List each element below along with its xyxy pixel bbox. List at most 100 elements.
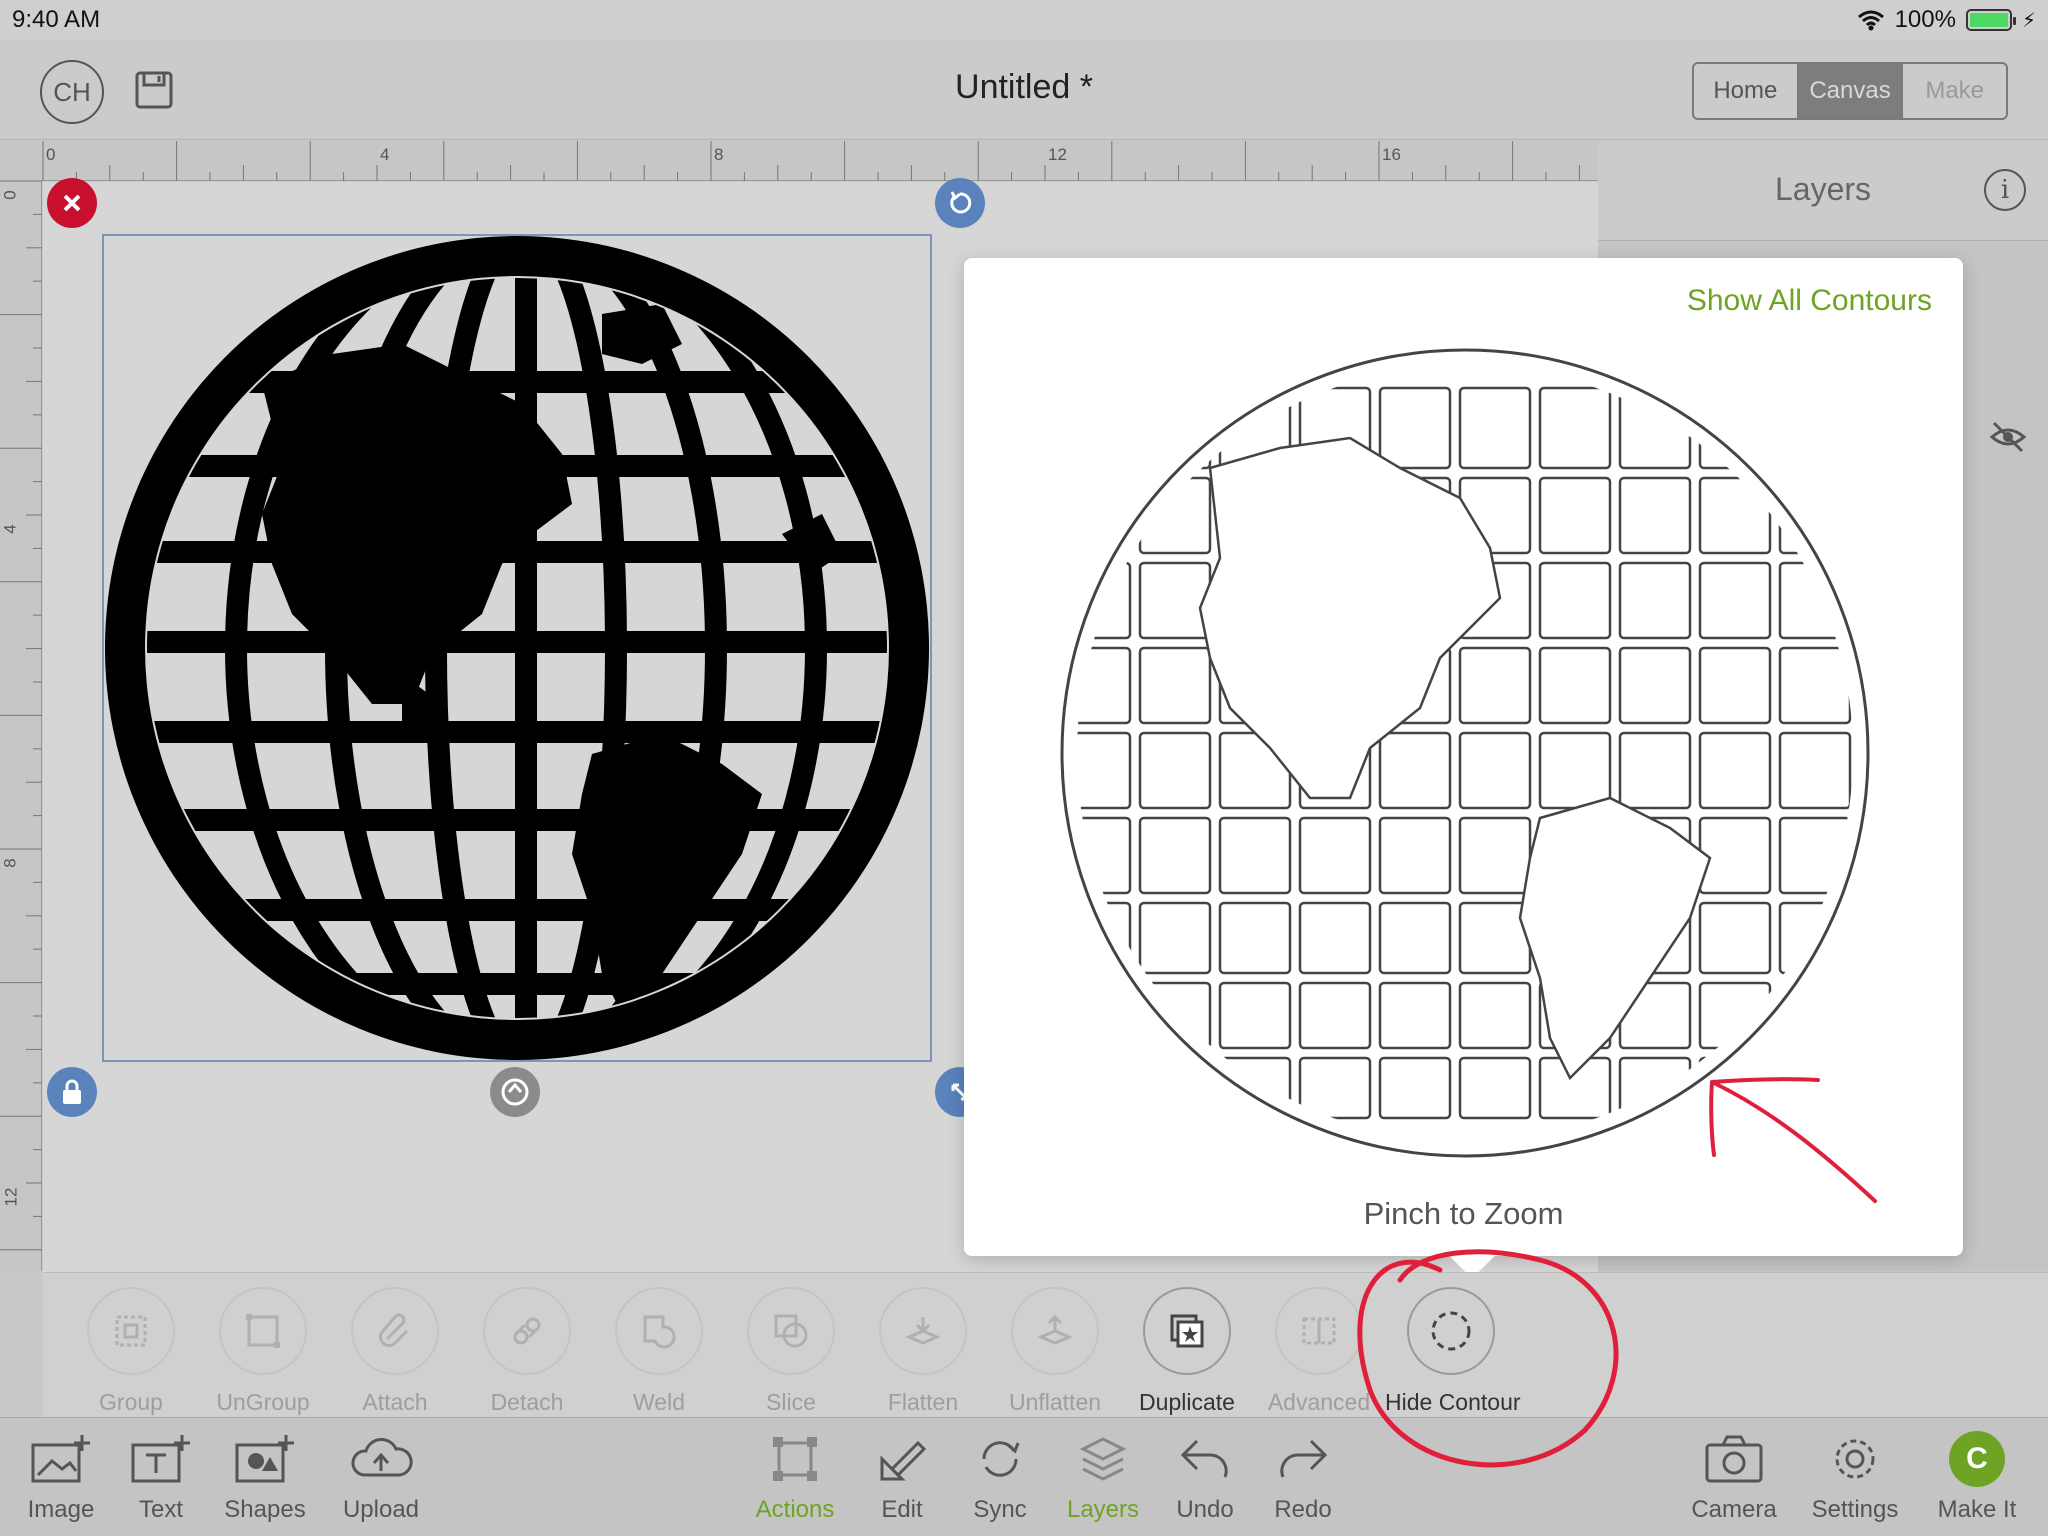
actions-icon	[773, 1437, 817, 1481]
action-label: Flatten	[887, 1389, 959, 1415]
ruler-label: 0	[0, 190, 20, 200]
ruler-label: 8	[0, 858, 20, 868]
charging-icon: ⚡	[2021, 9, 2036, 32]
show-all-contours-link[interactable]: Show All Contours	[1687, 284, 1932, 318]
camera-icon	[1705, 1435, 1763, 1483]
toolbar-label: Camera	[1691, 1496, 1777, 1523]
settings-button[interactable]: Settings	[1800, 1426, 1910, 1524]
image-icon	[31, 1435, 90, 1483]
undo-button[interactable]: Undo	[1150, 1426, 1260, 1524]
actions-button[interactable]: Actions	[740, 1426, 850, 1524]
home-tab[interactable]: Home	[1694, 64, 1797, 118]
ruler-label: 16	[1382, 145, 1401, 164]
status-bar: 9:40 AM 100% ⚡	[0, 0, 2048, 40]
advanced-button[interactable]: Advanced	[1253, 1287, 1385, 1416]
action-label: UnGroup	[216, 1389, 310, 1415]
group-icon	[115, 1315, 147, 1347]
delete-handle[interactable]	[47, 178, 97, 228]
toolbar-label: Sync	[973, 1496, 1027, 1523]
flip-handle[interactable]	[490, 1067, 540, 1117]
edit-icon	[880, 1440, 927, 1481]
ruler-ticks	[0, 181, 42, 1251]
ruler-label: 0	[46, 145, 56, 164]
action-label: Duplicate	[1139, 1389, 1235, 1415]
lock-handle[interactable]	[47, 1067, 97, 1117]
toolbar-label: Layers	[1066, 1496, 1140, 1523]
ruler-label: 12	[1, 1187, 21, 1207]
camera-button[interactable]: Camera	[1679, 1426, 1789, 1524]
hide-contour-button[interactable]: Hide Contour	[1385, 1287, 1521, 1416]
pinch-zoom-hint: Pinch to Zoom	[1363, 1196, 1564, 1231]
slice-button[interactable]: Slice	[725, 1287, 857, 1416]
image-button[interactable]: Image	[6, 1426, 116, 1524]
flatten-icon	[905, 1317, 941, 1345]
action-label: Unflatten	[1008, 1389, 1102, 1415]
action-label: Attach	[362, 1389, 428, 1415]
sync-button[interactable]: Sync	[945, 1426, 1055, 1524]
wifi-icon	[1857, 10, 1884, 31]
layers-button[interactable]: Layers	[1048, 1426, 1158, 1524]
detach-button[interactable]: Detach	[461, 1287, 593, 1416]
toolbar-label: Shapes	[224, 1496, 306, 1523]
flatten-button[interactable]: Flatten	[857, 1287, 989, 1416]
duplicate-button[interactable]: Duplicate	[1121, 1287, 1253, 1416]
cricut-c-icon: C	[1949, 1431, 2005, 1487]
action-label: Detach	[490, 1389, 564, 1415]
toolbar-label: Undo	[1176, 1496, 1234, 1523]
horizontal-ruler: 0 4 8 12 16	[0, 141, 1598, 181]
canvas-tab[interactable]: Canvas	[1796, 64, 1902, 118]
shapes-button[interactable]: Shapes	[210, 1426, 320, 1524]
detach-icon	[513, 1317, 541, 1345]
action-label: Weld	[633, 1389, 685, 1415]
close-icon	[63, 194, 81, 212]
actions-bar: Group UnGroup Attach Detach Weld Slice F…	[43, 1272, 2048, 1417]
vertical-ruler: 0 4 8 12	[0, 181, 42, 1271]
gear-icon	[1835, 1439, 1875, 1479]
ungroup-icon	[246, 1314, 280, 1348]
action-label: Group	[99, 1389, 163, 1415]
redo-button[interactable]: Redo	[1248, 1426, 1358, 1524]
unflatten-icon	[1037, 1314, 1073, 1345]
rotate-icon	[950, 191, 972, 214]
unflatten-button[interactable]: Unflatten	[989, 1287, 1121, 1416]
toolbar-label: Actions	[755, 1496, 835, 1523]
contour-preview[interactable]	[1060, 348, 1870, 1158]
ruler-label: 4	[380, 145, 390, 164]
make-tab[interactable]: Make	[1901, 64, 2006, 118]
contour-icon	[1431, 1311, 1471, 1351]
ungroup-button[interactable]: UnGroup	[197, 1287, 329, 1416]
ruler-label: 8	[714, 145, 724, 164]
edit-button[interactable]: Edit	[847, 1426, 957, 1524]
info-icon[interactable]: i	[1984, 169, 2026, 211]
contour-popover: Show All Contours Pinch to Zoom	[964, 258, 1963, 1279]
status-time: 9:40 AM	[12, 6, 101, 33]
toolbar-label: Redo	[1274, 1496, 1332, 1523]
shapes-icon	[235, 1435, 294, 1483]
upload-button[interactable]: Upload	[326, 1426, 436, 1524]
sync-icon	[982, 1441, 1020, 1477]
bottom-toolbar: Image Text Shapes Upload Actions Edit Sy…	[0, 1417, 2048, 1536]
weld-icon	[643, 1315, 676, 1349]
weld-button[interactable]: Weld	[593, 1287, 725, 1416]
make-it-button[interactable]: C Make It	[1922, 1426, 2032, 1524]
group-button[interactable]: Group	[65, 1287, 197, 1416]
hidden-eye-icon[interactable]	[1988, 417, 2028, 457]
flip-icon	[501, 1078, 529, 1106]
status-right: 100% ⚡	[1857, 6, 2036, 34]
toolbar-label: Upload	[342, 1496, 420, 1523]
paperclip-icon	[379, 1313, 409, 1347]
rotate-handle[interactable]	[935, 178, 985, 228]
slice-icon	[774, 1314, 808, 1348]
battery-icon	[1965, 9, 2016, 31]
undo-icon	[1180, 1439, 1228, 1478]
duplicate-icon	[1170, 1314, 1204, 1348]
action-label: Slice	[766, 1389, 816, 1415]
attach-button[interactable]: Attach	[329, 1287, 461, 1416]
text-icon	[131, 1435, 190, 1483]
ruler-label: 12	[1048, 145, 1067, 164]
text-button[interactable]: Text	[106, 1426, 216, 1524]
advanced-icon	[1302, 1317, 1336, 1345]
toolbar-label: Text	[138, 1496, 183, 1523]
upload-cloud-icon	[351, 1438, 413, 1477]
action-label: Hide Contour	[1385, 1389, 1521, 1415]
